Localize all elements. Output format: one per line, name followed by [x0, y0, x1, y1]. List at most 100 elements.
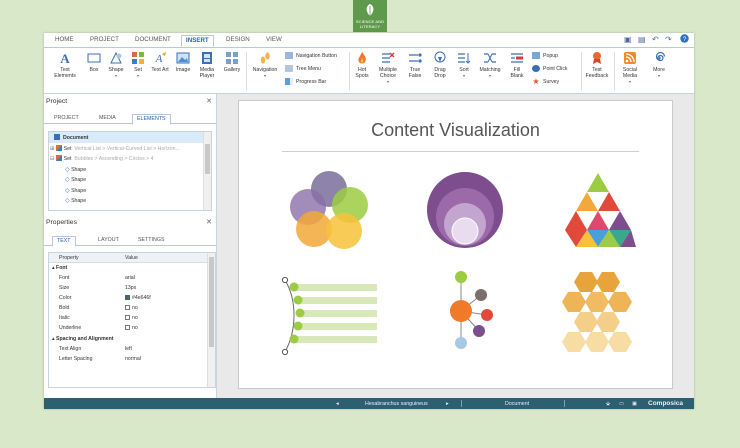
- help-icon[interactable]: ?: [680, 34, 689, 45]
- redo-icon[interactable]: ↷: [665, 35, 672, 44]
- concentric-circles-graphic[interactable]: [425, 170, 505, 250]
- slide-page[interactable]: Content Visualization: [238, 100, 673, 389]
- project-panel-header: Project ✕: [44, 96, 216, 107]
- leaf-icon: [366, 4, 374, 16]
- property-row-font[interactable]: Font arial: [49, 273, 207, 283]
- property-group-font[interactable]: ▴ Font: [49, 263, 207, 273]
- navigation-button-icon: [285, 52, 293, 59]
- collapse-icon: ⊟: [50, 156, 55, 162]
- tab-project-panel-media[interactable]: MEDIA: [99, 115, 116, 121]
- color-swatch[interactable]: [125, 295, 130, 300]
- point-click-item[interactable]: Point Click: [532, 65, 568, 72]
- property-row-letter-spacing[interactable]: Letter Spacing normal: [49, 354, 207, 364]
- tree-scrollbar[interactable]: [203, 132, 211, 210]
- document-icon: [54, 134, 60, 140]
- tab-document[interactable]: DOCUMENT: [135, 36, 171, 43]
- undo-icon[interactable]: ↶: [652, 35, 659, 44]
- brand-logo: SCIENCE AND LITERACY: [353, 0, 387, 32]
- properties-scrollbar[interactable]: [207, 253, 215, 387]
- slide-title[interactable]: Content Visualization: [239, 120, 672, 141]
- insert-ribbon: A Text Elements Box Shape ▾ Set ▾ A Text…: [44, 48, 694, 94]
- venn-circles-graphic[interactable]: [286, 169, 376, 251]
- tab-home[interactable]: HOME: [55, 36, 74, 43]
- sort-button[interactable]: Sort ▾: [454, 51, 474, 79]
- tree-item-shape[interactable]: ◇ Shape: [49, 164, 204, 175]
- text-elements-button[interactable]: A Text Elements: [49, 51, 81, 79]
- text-art-button[interactable]: A Text Art: [151, 51, 169, 73]
- tab-project[interactable]: PROJECT: [90, 36, 119, 43]
- svg-text:A: A: [60, 51, 70, 65]
- tree-item-shape[interactable]: ◇ Shape: [49, 174, 204, 185]
- close-icon[interactable]: ✕: [206, 97, 212, 105]
- tag-icon[interactable]: ⬙: [606, 401, 610, 407]
- project-panel-tabs: PROJECT MEDIA ELEMENTS: [44, 113, 216, 125]
- next-icon[interactable]: ▸: [446, 401, 449, 407]
- matching-button[interactable]: Matching ▾: [476, 51, 504, 79]
- social-media-button[interactable]: Social Media ▾: [617, 51, 643, 85]
- scrollbar-thumb[interactable]: [205, 144, 210, 174]
- tab-properties-text[interactable]: TEXT: [52, 236, 76, 247]
- tab-project-panel-elements[interactable]: ELEMENTS: [132, 114, 171, 125]
- tree-item-set[interactable]: ⊟ Set Bubbles > Ascending > Circles > 4: [49, 153, 204, 164]
- tab-design[interactable]: DESIGN: [226, 36, 250, 43]
- tab-insert[interactable]: INSERT: [181, 35, 214, 47]
- document-icon[interactable]: ▤: [638, 35, 646, 44]
- chevron-down-icon: ▾: [628, 79, 631, 84]
- tree-item-shape[interactable]: ◇ Shape: [49, 185, 204, 196]
- progress-bar-item[interactable]: Progress Bar: [285, 78, 326, 85]
- gallery-button[interactable]: Gallery: [221, 51, 243, 73]
- svg-text:A: A: [155, 53, 163, 65]
- box-button[interactable]: Box: [84, 51, 104, 73]
- navigation-button[interactable]: Navigation ▾: [249, 51, 281, 79]
- property-row-bold[interactable]: Bold no: [49, 303, 207, 313]
- status-view[interactable]: Document: [505, 401, 529, 407]
- scrollbar-thumb[interactable]: [209, 257, 214, 347]
- fill-blank-button[interactable]: Fill Blank: [507, 51, 527, 79]
- navigation-button-item[interactable]: Navigation Button: [285, 52, 337, 59]
- property-row-italic[interactable]: Italic no: [49, 313, 207, 323]
- hub-spoke-graphic[interactable]: [435, 267, 505, 353]
- properties-panel-tabs: TEXT LAYOUT SETTINGS: [44, 235, 216, 247]
- property-row-text-align[interactable]: Text Align left: [49, 344, 207, 354]
- curved-list-graphic[interactable]: [281, 276, 381, 356]
- property-row-underline[interactable]: Underline no: [49, 323, 207, 333]
- status-divider: [461, 400, 462, 407]
- tree-item-shape[interactable]: ◇ Shape: [49, 195, 204, 206]
- true-false-button[interactable]: True False: [404, 51, 426, 79]
- popup-item[interactable]: Popup: [532, 52, 558, 59]
- prev-icon[interactable]: ◂: [336, 401, 339, 407]
- tab-project-panel-project[interactable]: PROJECT: [54, 115, 79, 121]
- tab-properties-layout[interactable]: LAYOUT: [98, 237, 119, 243]
- set-icon: [55, 155, 62, 161]
- image-button[interactable]: Image: [173, 51, 193, 73]
- tab-view[interactable]: VIEW: [266, 36, 282, 43]
- media-player-button[interactable]: Media Player: [195, 51, 219, 79]
- set-button[interactable]: Set ▾: [130, 51, 146, 79]
- multiple-choice-button[interactable]: Multiple Choice ▾: [375, 51, 401, 85]
- bold-checkbox[interactable]: [125, 305, 130, 310]
- triangle-pyramid-graphic[interactable]: [558, 169, 638, 249]
- tree-menu-item[interactable]: Tree Menu: [285, 65, 321, 72]
- property-row-size[interactable]: Size 13px: [49, 283, 207, 293]
- close-icon[interactable]: ✕: [206, 218, 212, 226]
- honeycomb-graphic[interactable]: [554, 270, 640, 354]
- underline-checkbox[interactable]: [125, 325, 130, 330]
- tree-item-set[interactable]: ⊞ Set Vertical List > Vertical-Curved Li…: [49, 143, 204, 154]
- property-row-color[interactable]: Color #4e646f: [49, 293, 207, 303]
- hot-spots-button[interactable]: Hot Spots: [352, 51, 372, 79]
- status-element-name[interactable]: Hexabranchus sanguineus: [365, 401, 428, 407]
- drag-drop-button[interactable]: Drag Drop: [429, 51, 451, 79]
- preview-icon[interactable]: ▣: [632, 401, 637, 407]
- tab-properties-settings[interactable]: SETTINGS: [138, 237, 165, 243]
- more-button[interactable]: More ▾: [649, 51, 669, 79]
- gallery-icon: [226, 52, 238, 64]
- comment-icon[interactable]: ▭: [619, 401, 624, 407]
- italic-checkbox[interactable]: [125, 315, 130, 320]
- save-icon[interactable]: ▣: [624, 35, 632, 44]
- text-art-icon: A: [155, 52, 166, 65]
- survey-item[interactable]: ★ Survey: [532, 78, 559, 86]
- test-feedback-button[interactable]: Test Feedback: [584, 51, 610, 79]
- shape-button[interactable]: Shape ▾: [106, 51, 126, 79]
- property-group-spacing[interactable]: ▴ Spacing and Alignment: [49, 334, 207, 344]
- tree-item-document[interactable]: Document: [49, 132, 204, 143]
